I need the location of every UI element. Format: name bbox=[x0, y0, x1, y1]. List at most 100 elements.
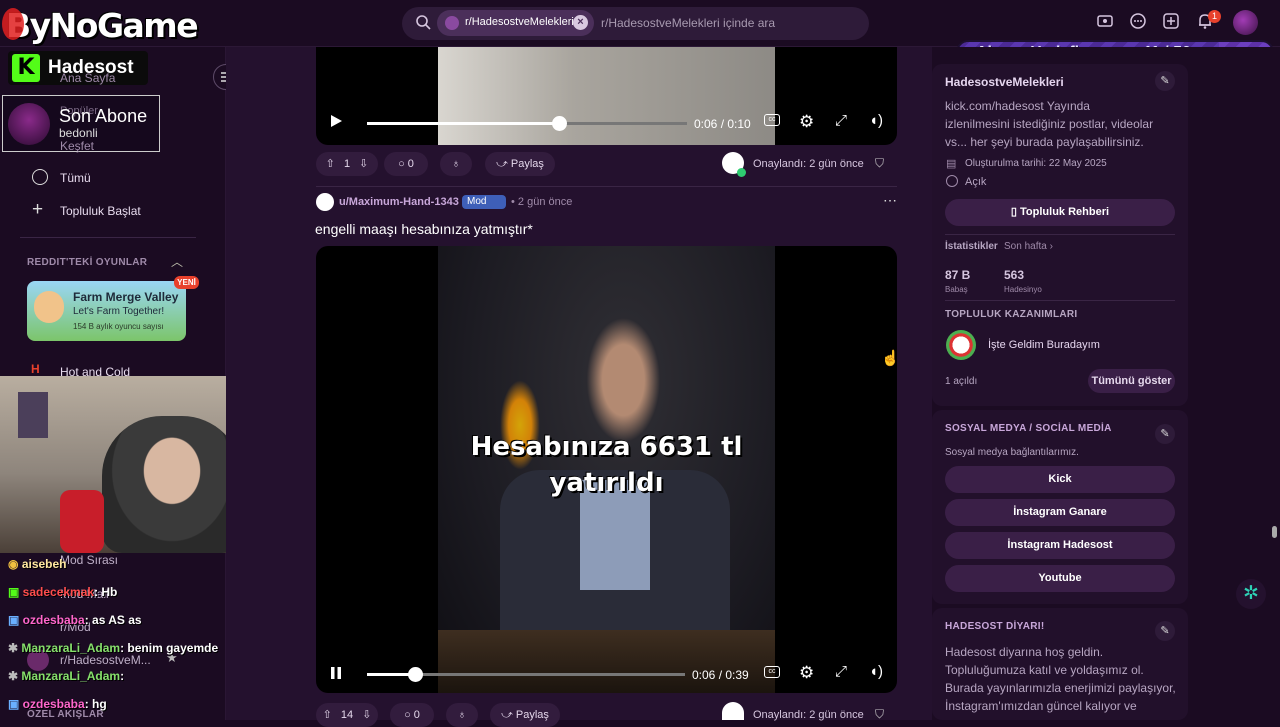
community-avatar bbox=[445, 16, 459, 30]
post1-share-label: Paylaş bbox=[510, 158, 544, 170]
mod-avatar bbox=[722, 702, 744, 720]
community-chip[interactable]: r/HadesostveMelekleri × bbox=[437, 10, 594, 36]
games-section-title: REDDIT'TEKİ OYUNLAR bbox=[27, 257, 148, 268]
social-link-kick[interactable]: Kick bbox=[945, 466, 1175, 493]
sidebar-item-all[interactable]: Tümü bbox=[60, 171, 91, 185]
game-title: Farm Merge Valley bbox=[73, 290, 179, 304]
settings-gear-icon[interactable]: ⚙ bbox=[799, 112, 814, 132]
mod-badge-label: Mod bbox=[467, 196, 487, 207]
search-input[interactable]: r/HadesostveMelekleri içinde ara bbox=[601, 16, 775, 30]
edit-social-icon[interactable]: ✎ bbox=[1155, 424, 1175, 444]
about-created: Oluşturulma tarihi: 22 May 2025 bbox=[965, 158, 1107, 169]
sidebar-item-start-community[interactable]: Topluluk Başlat bbox=[60, 204, 141, 218]
webcam-person bbox=[102, 416, 242, 553]
search-icon bbox=[415, 14, 431, 30]
stat-members-value: 87 B bbox=[945, 268, 971, 282]
community-guide-button[interactable]: ▯ Topluluk Rehberi bbox=[945, 199, 1175, 226]
post2-seek-handle[interactable] bbox=[407, 667, 423, 682]
scrollbar-thumb[interactable] bbox=[1272, 526, 1277, 538]
post1-share[interactable]: ⤻ Paylaş bbox=[485, 152, 555, 176]
post2-vote[interactable]: ⇧ 14 ⇩ bbox=[316, 703, 378, 727]
volume-icon[interactable]: ◖) bbox=[869, 663, 883, 680]
fullscreen-icon[interactable]: ⤢ bbox=[835, 112, 847, 129]
post1-award[interactable]: ♁ bbox=[440, 152, 472, 176]
share-icon: ⤻ bbox=[496, 158, 511, 170]
captions-icon[interactable]: cc bbox=[764, 666, 780, 678]
award-icon: ♁ bbox=[457, 709, 467, 721]
upvote-icon[interactable]: ⇧ bbox=[323, 709, 332, 721]
about-divider bbox=[945, 234, 1175, 235]
last-sub-title: Son Abone bbox=[59, 106, 148, 126]
mod-shield-icon[interactable]: ⛉ bbox=[875, 156, 884, 171]
assistant-icon[interactable]: ✲ bbox=[1236, 579, 1266, 609]
upvote-icon[interactable]: ⇧ bbox=[326, 158, 335, 170]
notification-count-badge: 1 bbox=[1208, 10, 1221, 23]
all-icon bbox=[32, 169, 48, 185]
post2-award[interactable]: ♁ bbox=[446, 703, 478, 727]
webcam-poster-left bbox=[18, 392, 48, 438]
post1-seek-handle[interactable] bbox=[552, 116, 567, 131]
clear-chip-icon[interactable]: × bbox=[573, 15, 588, 30]
logo-bolt-icon bbox=[2, 8, 24, 40]
post2-time: 0:06 / 0:39 bbox=[692, 668, 749, 682]
social-link-instagram-hadesost[interactable]: İnstagram Hadesost bbox=[945, 532, 1175, 559]
mouse-cursor-icon: ☝ bbox=[881, 350, 900, 367]
downvote-icon[interactable]: ⇩ bbox=[362, 709, 371, 721]
post1-vote[interactable]: ⇧ 1 ⇩ bbox=[316, 152, 378, 176]
social-title: SOSYAL MEDYA / SOCİAL MEDİA bbox=[945, 423, 1112, 434]
post2-author[interactable]: u/Maximum-Hand-1343 bbox=[339, 196, 459, 208]
game-stats: 154 B aylık oyuncu sayısı bbox=[73, 322, 164, 331]
post2-comments[interactable]: ○ 0 bbox=[390, 703, 434, 727]
welcome-title: HADESOST DİYARI! bbox=[945, 621, 1045, 632]
edit-welcome-icon[interactable]: ✎ bbox=[1155, 621, 1175, 641]
edit-about-icon[interactable]: ✎ bbox=[1155, 71, 1175, 91]
mod-badge: Mod bbox=[462, 195, 506, 209]
post2-share[interactable]: ⤻ Paylaş bbox=[490, 703, 560, 727]
ads-icon[interactable] bbox=[1094, 12, 1116, 34]
globe-icon bbox=[946, 175, 958, 187]
pause-icon[interactable] bbox=[329, 665, 343, 686]
award-icon: ♁ bbox=[451, 158, 461, 170]
community-guide-label: Topluluk Rehberi bbox=[1020, 206, 1110, 218]
show-all-button[interactable]: Tümünü göster bbox=[1088, 369, 1175, 393]
user-avatar[interactable] bbox=[1233, 10, 1258, 35]
comment-icon: ○ bbox=[398, 158, 408, 170]
about-community-name: HadesostveMelekleri bbox=[945, 75, 1064, 89]
social-link-instagram-ganare[interactable]: İnstagram Ganare bbox=[945, 499, 1175, 526]
plus-icon: + bbox=[32, 199, 44, 220]
video-caption-line2: yatırıldı bbox=[549, 468, 664, 498]
social-link-youtube[interactable]: Youtube bbox=[945, 565, 1175, 592]
chat-icon[interactable] bbox=[1127, 12, 1149, 34]
post-overflow-menu-icon[interactable]: ⋯ bbox=[883, 192, 897, 209]
community-chip-label: r/HadesostveMelekleri bbox=[465, 16, 574, 28]
post2-title[interactable]: engelli maaşı hesabınıza yatmıştır* bbox=[315, 221, 533, 237]
about-description: kick.com/hadesost Yayında izlenilmesini … bbox=[945, 99, 1154, 149]
comment-icon: ○ bbox=[404, 709, 414, 721]
settings-gear-icon[interactable]: ⚙ bbox=[799, 663, 814, 683]
create-post-icon[interactable] bbox=[1160, 12, 1182, 34]
captions-icon[interactable]: cc bbox=[764, 114, 780, 126]
last-sub-name: bedonli bbox=[59, 126, 98, 140]
post2-vote-count: 14 bbox=[340, 709, 354, 721]
play-icon[interactable] bbox=[328, 113, 344, 134]
last-sub-avatar bbox=[8, 103, 50, 145]
approved-check-icon bbox=[737, 168, 746, 177]
post-divider bbox=[316, 186, 897, 187]
chevron-up-icon[interactable]: ︿ bbox=[171, 253, 183, 270]
post1-comments[interactable]: ○ 0 bbox=[384, 152, 428, 176]
stream-logo: ByNoGame bbox=[6, 6, 199, 45]
about-visibility: Açık bbox=[965, 176, 987, 188]
webcam-chair bbox=[60, 490, 104, 553]
stats-divider bbox=[945, 300, 1175, 301]
post2-share-label: Paylaş bbox=[515, 709, 549, 721]
downvote-icon[interactable]: ⇩ bbox=[359, 158, 368, 170]
sidebar-divider bbox=[20, 237, 196, 238]
sidebar-item-explore[interactable]: Keşfet bbox=[60, 139, 94, 153]
achievement-icon bbox=[946, 330, 976, 360]
sidebar-item-home[interactable]: Ana Sayfa bbox=[60, 71, 115, 85]
volume-icon[interactable]: ◖) bbox=[869, 112, 883, 129]
achievements-opened: 1 açıldı bbox=[945, 376, 978, 387]
fullscreen-icon[interactable]: ⤢ bbox=[835, 663, 847, 680]
post1-time: 0:06 / 0:10 bbox=[694, 117, 751, 131]
stats-period[interactable]: Son hafta › bbox=[1004, 241, 1053, 252]
